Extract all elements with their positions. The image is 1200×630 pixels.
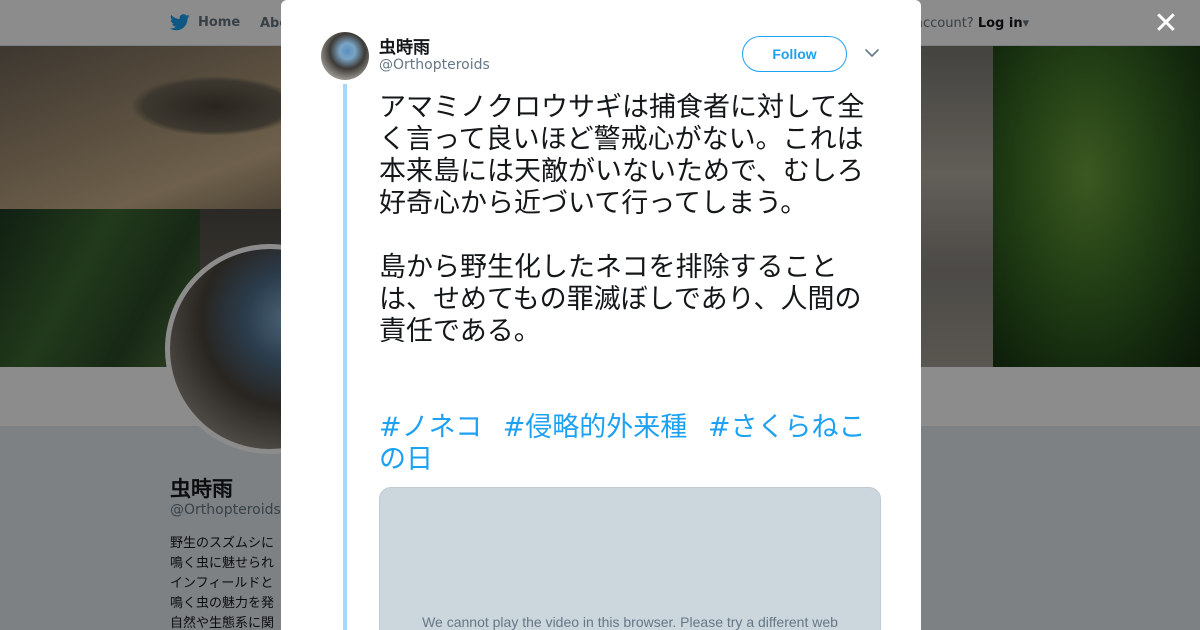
author-name[interactable]: 虫時雨	[379, 33, 430, 58]
author-handle[interactable]: @Orthopteroids	[379, 57, 490, 73]
close-icon[interactable]: ✕	[1152, 9, 1180, 39]
video-player[interactable]: We cannot play the video in this browser…	[379, 487, 881, 630]
hashtag-link[interactable]: #ノネコ	[379, 412, 482, 443]
chevron-down-icon[interactable]	[863, 44, 881, 62]
tweet-modal: 虫時雨 @Orthopteroids Follow アマミノクロウサギは捕食者に…	[281, 0, 921, 630]
follow-button[interactable]: Follow	[742, 36, 847, 72]
thread-line	[343, 84, 347, 630]
hashtag-list: #ノネコ #侵略的外来種 #さくらねこの日	[379, 412, 884, 476]
tweet-paragraph: アマミノクロウサギは捕食者に対して全く言って良いほど警戒心がない。これは本来島に…	[379, 92, 865, 219]
tweet-text: アマミノクロウサギは捕食者に対して全く言って良いほど警戒心がない。これは本来島に…	[379, 92, 884, 348]
video-unsupported-message: We cannot play the video in this browser…	[422, 614, 838, 630]
tweet-paragraph: 島から野生化したネコを排除することは、せめてもの罪滅ぼしであり、人間の責任である…	[379, 252, 862, 347]
author-avatar[interactable]	[321, 32, 369, 80]
hashtag-link[interactable]: #侵略的外来種	[503, 412, 688, 443]
